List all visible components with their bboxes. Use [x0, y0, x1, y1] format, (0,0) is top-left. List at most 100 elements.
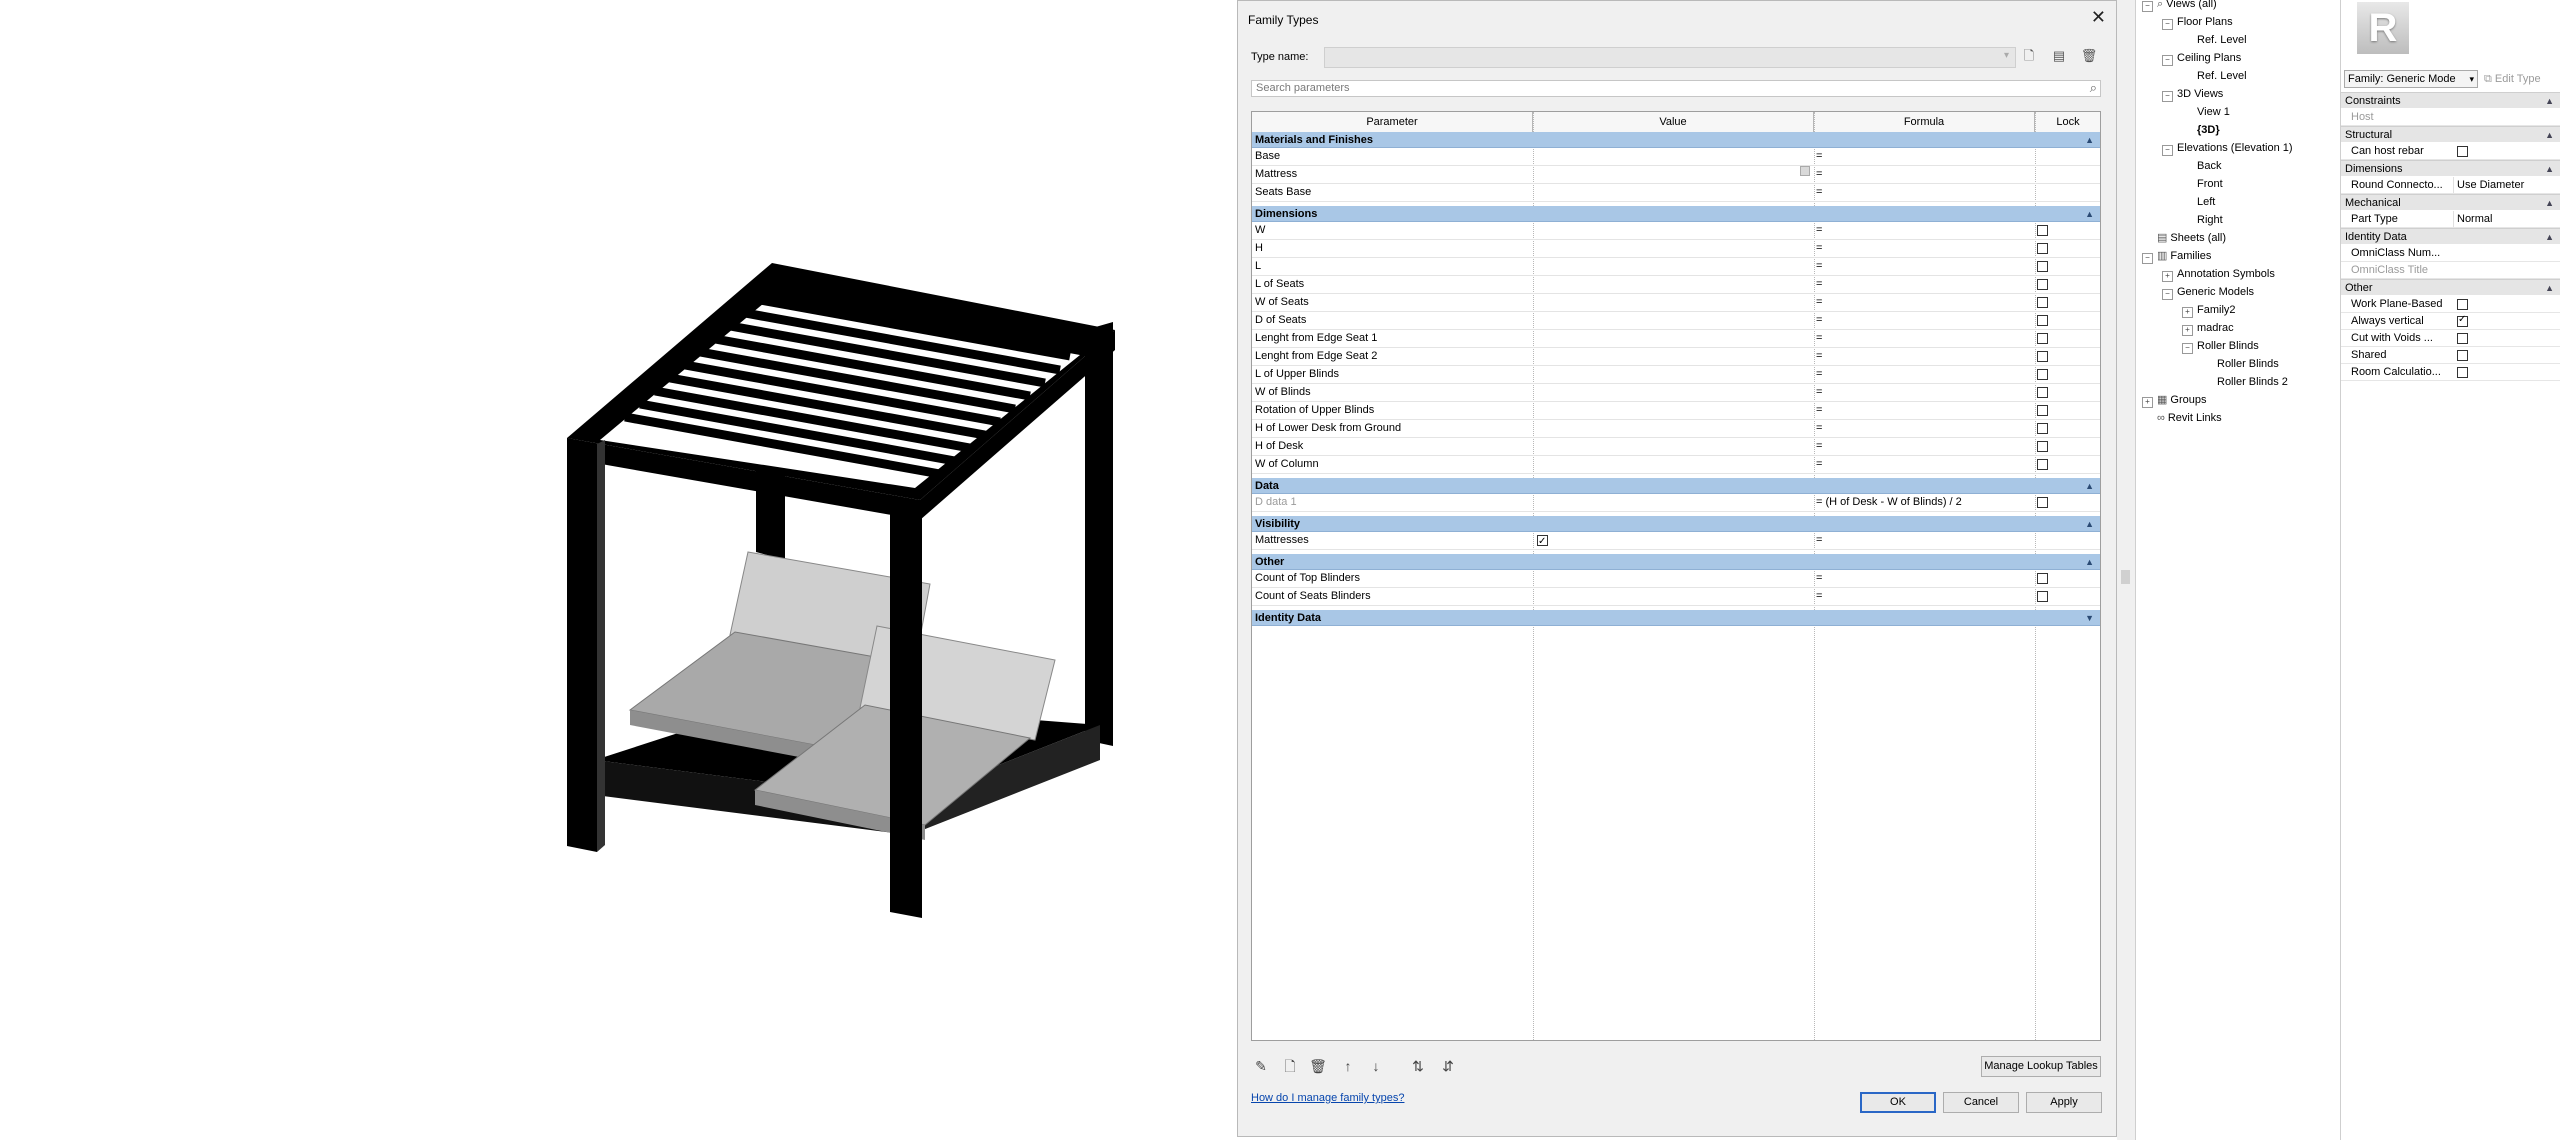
expand-icon[interactable]: +: [2142, 397, 2153, 408]
parameter-formula[interactable]: =: [1816, 384, 2031, 401]
browser-node[interactable]: − Floor Plans: [2162, 15, 2233, 30]
property-group-header[interactable]: Structural ▲: [2341, 126, 2560, 142]
parameter-formula[interactable]: =: [1816, 240, 2031, 257]
property-checkbox[interactable]: [2457, 299, 2468, 310]
browser-node[interactable]: Back: [2182, 159, 2221, 173]
col-parameter[interactable]: Parameter: [1252, 112, 1533, 132]
parameter-row[interactable]: BaseUHMW, Black=: [1252, 148, 2100, 166]
browser-node[interactable]: Front: [2182, 177, 2223, 191]
browser-node[interactable]: {3D}: [2182, 123, 2220, 137]
lock-checkbox[interactable]: [2037, 225, 2048, 236]
property-row[interactable]: Cut with Voids ...: [2341, 330, 2560, 347]
browser-node[interactable]: Left: [2182, 195, 2215, 209]
ok-button[interactable]: OK: [1860, 1092, 1936, 1113]
parameter-row[interactable]: Count of Seats Blinders12=: [1252, 588, 2100, 606]
property-row[interactable]: Shared: [2341, 347, 2560, 364]
browser-node[interactable]: − Roller Blinds: [2182, 339, 2259, 354]
collapse-icon[interactable]: ▲: [2085, 554, 2094, 570]
parameter-row[interactable]: H of Desk50.0=: [1252, 438, 2100, 456]
group-header[interactable]: Identity Data ▼: [1252, 610, 2100, 626]
parameter-row[interactable]: Count of Top Blinders10=: [1252, 570, 2100, 588]
property-row[interactable]: Part Type Normal: [2341, 211, 2560, 228]
parameter-row[interactable]: Lenght from Edge Seat 1600.0=: [1252, 330, 2100, 348]
expand-icon[interactable]: +: [2182, 325, 2193, 336]
sort-ascending-icon[interactable]: ⇅: [1408, 1056, 1428, 1076]
expand-icon[interactable]: +: [2162, 271, 2173, 282]
parameter-formula[interactable]: =: [1816, 184, 2031, 201]
parameter-formula[interactable]: =: [1816, 258, 2031, 275]
splitter-grip[interactable]: [2121, 570, 2130, 584]
parameter-row[interactable]: L of Seats1600.0=: [1252, 276, 2100, 294]
browser-node[interactable]: + Annotation Symbols: [2162, 267, 2275, 282]
edit-parameter-icon[interactable]: ✎: [1251, 1056, 1271, 1076]
collapse-icon[interactable]: ▲: [2545, 229, 2554, 245]
browser-node[interactable]: − ▥ Families: [2142, 249, 2211, 264]
collapse-icon[interactable]: −: [2182, 343, 2193, 354]
parameter-formula[interactable]: =: [1816, 294, 2031, 311]
property-row[interactable]: Work Plane-Based: [2341, 296, 2560, 313]
parameter-formula[interactable]: =: [1816, 222, 2031, 239]
browser-node[interactable]: Roller Blinds: [2202, 357, 2279, 371]
close-icon[interactable]: ✕: [2091, 7, 2106, 28]
parameter-row[interactable]: H2000.0=: [1252, 240, 2100, 258]
type-name-dropdown[interactable]: ▾: [1324, 47, 2016, 68]
group-header[interactable]: Materials and Finishes ▲: [1252, 132, 2100, 148]
lock-checkbox[interactable]: [2037, 387, 2048, 398]
browser-node[interactable]: − Generic Models: [2162, 285, 2254, 300]
parameter-formula[interactable]: = (H of Desk - W of Blinds) / 2: [1816, 494, 2031, 511]
lock-checkbox[interactable]: [2037, 243, 2048, 254]
browser-node[interactable]: + ▦ Groups: [2142, 393, 2206, 408]
collapse-icon[interactable]: −: [2142, 253, 2153, 264]
lock-checkbox[interactable]: [2037, 315, 2048, 326]
edit-type-button[interactable]: ⧉ Edit Type: [2484, 70, 2556, 88]
lock-checkbox[interactable]: [2037, 423, 2048, 434]
col-formula[interactable]: Formula: [1814, 112, 2035, 132]
browser-node[interactable]: − Ceiling Plans: [2162, 51, 2241, 66]
browser-node[interactable]: ∞ Revit Links: [2142, 411, 2222, 425]
parameter-formula[interactable]: =: [1816, 402, 2031, 419]
browser-node[interactable]: −3D Views: [2162, 87, 2223, 102]
browser-node[interactable]: Right: [2182, 213, 2223, 227]
group-header[interactable]: Data ▲: [1252, 478, 2100, 494]
lock-checkbox[interactable]: [2037, 333, 2048, 344]
parameter-row[interactable]: Mattresses =: [1252, 532, 2100, 550]
group-header[interactable]: Other ▲: [1252, 554, 2100, 570]
lock-checkbox[interactable]: [2037, 573, 2048, 584]
browser-node[interactable]: + Family2: [2182, 303, 2236, 318]
browser-node[interactable]: Roller Blinds 2: [2202, 375, 2288, 389]
col-value[interactable]: Value: [1533, 112, 1814, 132]
property-group-header[interactable]: Mechanical ▲: [2341, 194, 2560, 210]
browser-node[interactable]: Ref. Level: [2182, 69, 2247, 83]
property-row[interactable]: OmniClass Num...: [2341, 245, 2560, 262]
parameter-row[interactable]: MattressGypsum Wall Board…=: [1252, 166, 2100, 184]
cancel-button[interactable]: Cancel: [1943, 1092, 2019, 1113]
parameter-formula[interactable]: =: [1816, 438, 2031, 455]
value-checkbox[interactable]: [1537, 535, 1548, 546]
property-checkbox[interactable]: [2457, 367, 2468, 378]
move-down-icon[interactable]: ↓: [1366, 1056, 1386, 1076]
collapse-icon[interactable]: −: [2162, 91, 2173, 102]
property-checkbox[interactable]: [2457, 314, 2468, 327]
collapse-icon[interactable]: −: [2162, 289, 2173, 300]
apply-button[interactable]: Apply: [2026, 1092, 2102, 1113]
collapse-icon[interactable]: ▲: [2085, 478, 2094, 494]
delete-type-icon[interactable]: 🗑: [2080, 47, 2098, 65]
property-value[interactable]: Use Diameter: [2453, 177, 2560, 193]
family-type-selector[interactable]: Family: Generic Mode ▾: [2344, 70, 2478, 88]
expand-icon[interactable]: +: [2182, 307, 2193, 318]
lock-checkbox[interactable]: [2037, 441, 2048, 452]
collapse-icon[interactable]: −: [2162, 19, 2173, 30]
parameter-formula[interactable]: =: [1816, 348, 2031, 365]
manage-lookup-tables-button[interactable]: Manage Lookup Tables: [1981, 1056, 2101, 1077]
lock-checkbox[interactable]: [2037, 279, 2048, 290]
parameter-formula[interactable]: =: [1816, 588, 2031, 605]
new-type-icon[interactable]: 🗋: [2020, 47, 2038, 65]
collapse-icon[interactable]: −: [2142, 1, 2153, 12]
move-up-icon[interactable]: ↑: [1338, 1056, 1358, 1076]
collapse-icon[interactable]: ▲: [2085, 132, 2094, 148]
browser-node[interactable]: Ref. Level: [2182, 33, 2247, 47]
lock-checkbox[interactable]: [2037, 497, 2048, 508]
collapse-icon[interactable]: ▲: [2545, 127, 2554, 143]
group-header[interactable]: Visibility ▲: [1252, 516, 2100, 532]
lock-checkbox[interactable]: [2037, 297, 2048, 308]
